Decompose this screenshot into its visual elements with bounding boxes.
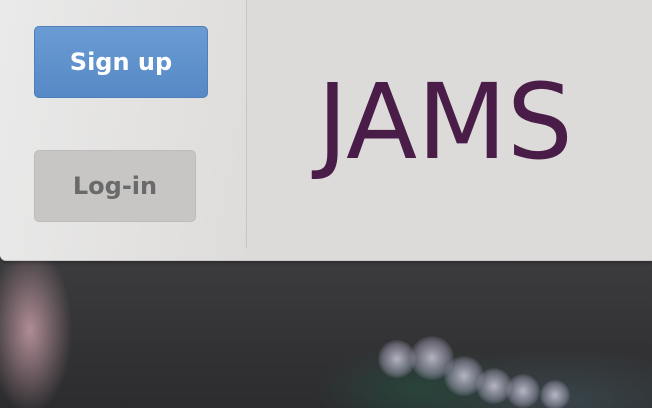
landing-page: Sign up Log-in JAMS <box>0 0 652 408</box>
signup-button-label: Sign up <box>69 48 173 76</box>
login-button-label: Log-in <box>72 172 158 200</box>
brand-title: JAMS <box>317 61 573 183</box>
signup-button[interactable]: Sign up <box>34 26 208 98</box>
vertical-divider <box>246 0 247 248</box>
header-panel: Sign up Log-in JAMS <box>0 0 652 261</box>
bokeh-light <box>540 380 570 408</box>
bokeh-light <box>506 374 540 408</box>
login-button[interactable]: Log-in <box>34 150 196 222</box>
